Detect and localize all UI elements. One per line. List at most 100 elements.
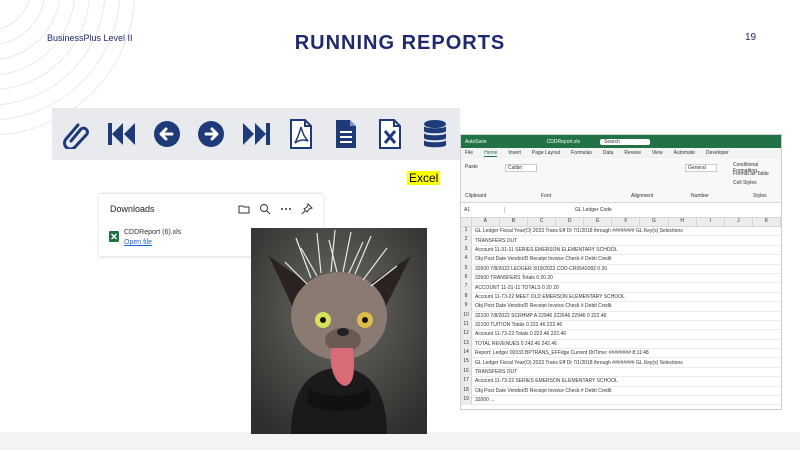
table-row[interactable]: 2 TRANSFERS OUT [461,236,781,246]
row-text[interactable]: 32100 7/8/2022 SCRHMP A 22946 222646 229… [472,313,606,319]
column-header[interactable]: I [697,218,725,226]
row-number[interactable]: 3 [461,245,472,255]
row-text[interactable]: 32100 TUITION Totals 0 222.46 222.46 [472,322,562,328]
row-text[interactable]: TOTAL REVENUES 0 242.46 242.46 [472,341,557,347]
menu-view[interactable]: View [652,150,663,156]
column-header[interactable]: C [528,218,557,226]
number-format-select[interactable]: General [685,164,717,172]
export-excel-button[interactable] [373,117,407,151]
row-text[interactable]: Account 11-31-11 SERIES EMERSON ELEMENTA… [472,247,617,253]
row-number[interactable]: 13 [461,339,472,349]
column-header[interactable]: J [725,218,753,226]
row-number[interactable]: 11 [461,320,472,330]
last-page-button[interactable] [239,117,273,151]
more-icon[interactable] [280,202,292,214]
row-number[interactable]: 8 [461,292,472,302]
table-row[interactable]: 6 32600 TRANSFERS Totals 0 20 20 [461,273,781,284]
previous-page-button[interactable] [150,117,184,151]
menu-insert[interactable]: Insert [508,150,521,156]
column-header[interactable]: G [640,218,669,226]
attach-button[interactable] [60,117,94,151]
table-row[interactable]: 17 Account 11-73-22 SERIES EMERSON ELEMEN… [461,377,781,387]
row-number[interactable]: 10 [461,311,472,320]
search-icon[interactable] [259,202,271,215]
row-number[interactable]: 15 [461,358,472,367]
menu-file[interactable]: File [465,150,473,156]
row-number[interactable]: 4 [461,255,472,264]
row-text[interactable]: 32000 ... [472,397,494,403]
menu-developer[interactable]: Developer [706,150,729,156]
table-row[interactable]: 3 Account 11-31-11 SERIES EMERSON ELEMENT… [461,245,781,256]
database-button[interactable] [418,117,452,151]
cell-styles-button[interactable]: Cell Styles [733,180,757,186]
table-row[interactable]: 5 32600 7/8/2022 LEDGER 3/18/2022 CDD-CR… [461,264,781,274]
row-text[interactable]: GL Ledger Fiscal Year(O) 2023 Trans Eff … [472,228,683,234]
row-text[interactable]: Account 11-73-22 MEET OLD EMERSON ELEMEN… [472,294,625,300]
excel-search-box[interactable]: Search [600,138,650,145]
table-row[interactable]: 15 GL Ledger Fiscal Year(O) 2023 Trans Ef… [461,358,781,368]
pin-icon[interactable] [301,202,313,215]
table-row[interactable]: 1 GL Ledger Fiscal Year(O) 2023 Trans Eff… [461,227,781,237]
row-number[interactable]: 17 [461,377,472,386]
table-row[interactable]: 14 Report: Ledger 00333 BPTRANS_EFFdge Cu… [461,349,781,359]
row-number[interactable]: 16 [461,367,472,377]
table-row[interactable]: 4 Obj Post Date Vendor/D Receipt Invoice … [461,255,781,265]
table-row[interactable]: 10 32100 7/8/2022 SCRHMP A 22946 222646 … [461,311,781,321]
column-header[interactable]: B [500,218,528,226]
export-pdf-button[interactable] [284,117,318,151]
row-text[interactable]: TRANSFERS OUT [472,369,517,375]
table-row[interactable]: 9 Obj Post Date Vendor/D Receipt Invoice … [461,302,781,312]
row-number[interactable]: 18 [461,386,472,396]
open-file-link[interactable]: Open file [124,239,152,246]
format-as-table-button[interactable]: Format as Table [733,171,769,177]
menu-formulas[interactable]: Formulas [571,150,592,156]
row-text[interactable]: GL Ledger Fiscal Year(O) 2023 Trans Eff … [472,360,683,366]
column-header[interactable]: H [669,218,697,226]
row-text[interactable]: Report: Ledger 00333 BPTRANS_EFFdge Curr… [472,350,649,356]
column-header[interactable]: D [556,218,585,226]
row-text[interactable]: Obj Post Date Vendor/D Receipt Invoice C… [472,256,611,262]
paste-button[interactable]: Paste [465,164,478,170]
row-text[interactable]: Account 11-73-22 Totals 0 222.46 222.46 [472,331,566,337]
folder-icon[interactable] [238,202,250,214]
menu-home[interactable]: Home [484,150,498,157]
column-header[interactable]: K [753,218,781,226]
row-text[interactable]: ACCOUNT 11-31-11 TOTALS 0 20 20 [472,285,559,291]
row-text[interactable]: 32600 7/8/2022 LEDGER 3/18/2022 CDD-CR05… [472,266,607,272]
next-page-button[interactable] [194,117,228,151]
table-row[interactable]: 13 TOTAL REVENUES 0 242.46 242.46 [461,339,781,350]
row-text[interactable]: Obj Post Date Vendor/D Receipt Invoice C… [472,303,611,309]
row-number[interactable]: 6 [461,273,472,283]
column-header[interactable]: E [584,218,613,226]
row-number[interactable]: 14 [461,349,472,358]
row-text[interactable]: Account 11-73-22 SERIES EMERSON ELEMENTA… [472,378,618,384]
table-row[interactable]: 12 Account 11-73-22 Totals 0 222.46 222.4… [461,330,781,340]
first-page-button[interactable] [105,117,139,151]
table-row[interactable]: 19 32000 ... [461,396,781,406]
table-row[interactable]: 11 32100 TUITION Totals 0 222.46 222.46 [461,320,781,331]
font-select[interactable]: Calibri [505,164,538,172]
column-header[interactable]: A [472,218,500,226]
menu-data[interactable]: Data [603,150,614,156]
export-document-button[interactable] [329,117,363,151]
table-row[interactable]: 7 ACCOUNT 11-31-11 TOTALS 0 20 20 [461,283,781,293]
table-row[interactable]: 16 TRANSFERS OUT [461,367,781,378]
table-row[interactable]: 8 Account 11-73-22 MEET OLD EMERSON ELEME… [461,292,781,303]
row-text[interactable]: Obj Post Date Vendor/D Receipt Invoice C… [472,388,611,394]
menu-page-layout[interactable]: Page Layout [532,150,560,156]
table-row[interactable]: 18 Obj Post Date Vendor/D Receipt Invoice… [461,386,781,397]
row-number[interactable]: 19 [461,396,472,405]
row-number[interactable]: 7 [461,283,472,292]
row-number[interactable]: 1 [461,227,472,236]
row-number[interactable]: 12 [461,330,472,339]
row-number[interactable]: 9 [461,302,472,311]
menu-review[interactable]: Review [624,150,640,156]
row-text[interactable]: TRANSFERS OUT [472,238,517,244]
column-header[interactable]: F [612,218,641,226]
row-number[interactable]: 5 [461,264,472,273]
row-text[interactable]: 32600 TRANSFERS Totals 0 20 20 [472,275,553,281]
formula-input[interactable]: GL Ledger Code [575,207,612,213]
row-number[interactable]: 2 [461,236,472,245]
name-box[interactable]: A1 [461,207,505,213]
menu-automate[interactable]: Automate [674,150,695,156]
